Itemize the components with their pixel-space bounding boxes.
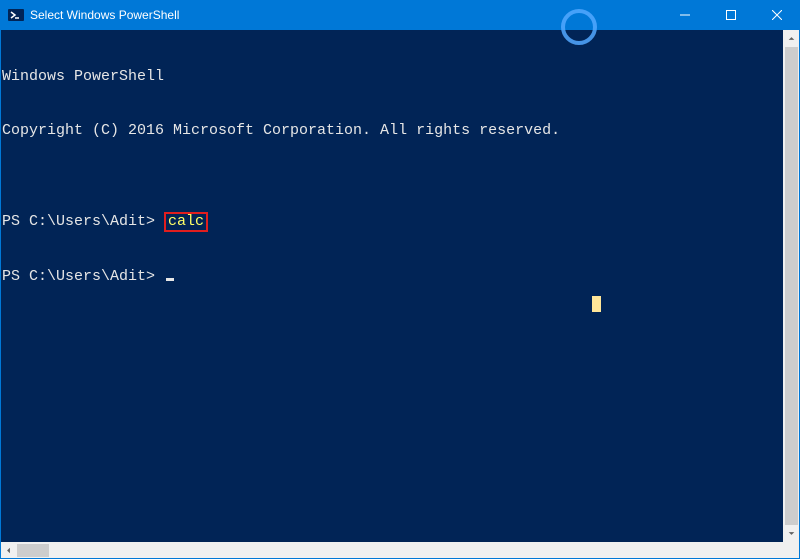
vertical-scrollbar-thumb[interactable] <box>785 47 798 525</box>
powershell-icon <box>8 7 24 23</box>
prompt-1: PS C:\Users\Adit> <box>2 213 164 230</box>
prompt-line-2: PS C:\Users\Adit> <box>2 268 783 286</box>
banner-line-1: Windows PowerShell <box>2 68 783 86</box>
minimize-button[interactable] <box>662 0 708 30</box>
powershell-window: Select Windows PowerShell Windows PowerS… <box>0 0 800 559</box>
scrollbar-corner <box>783 542 800 559</box>
window-title: Select Windows PowerShell <box>30 8 179 22</box>
console-output: Windows PowerShell Copyright (C) 2016 Mi… <box>0 30 783 322</box>
banner-line-2: Copyright (C) 2016 Microsoft Corporation… <box>2 122 783 140</box>
console-client-area[interactable]: Windows PowerShell Copyright (C) 2016 Mi… <box>0 30 783 542</box>
scroll-up-button[interactable] <box>783 30 800 47</box>
scroll-down-button[interactable] <box>783 525 800 542</box>
scroll-left-button[interactable] <box>0 542 17 559</box>
titlebar[interactable]: Select Windows PowerShell <box>0 0 800 30</box>
vertical-scrollbar[interactable] <box>783 30 800 542</box>
vertical-scrollbar-track[interactable] <box>783 47 800 525</box>
prompt-2: PS C:\Users\Adit> <box>2 268 164 285</box>
horizontal-scrollbar-track[interactable] <box>17 542 783 559</box>
text-cursor <box>166 278 174 281</box>
close-button[interactable] <box>754 0 800 30</box>
window-controls <box>662 0 800 30</box>
command-highlight-box: calc <box>164 212 208 232</box>
horizontal-scrollbar[interactable] <box>0 542 800 559</box>
horizontal-scrollbar-thumb[interactable] <box>17 544 49 557</box>
command-text: calc <box>168 213 204 230</box>
maximize-button[interactable] <box>708 0 754 30</box>
prompt-line-1: PS C:\Users\Adit> calc <box>2 212 783 232</box>
